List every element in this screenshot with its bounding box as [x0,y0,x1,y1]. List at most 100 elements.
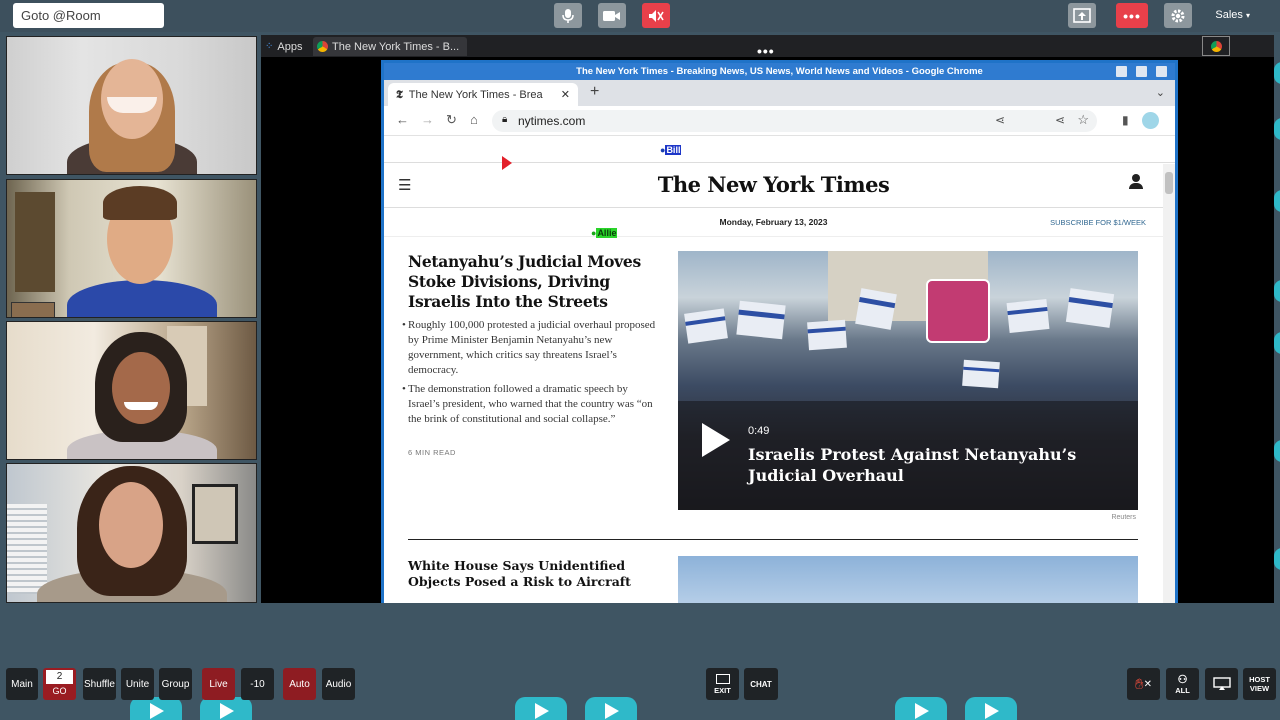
share-icon[interactable]: ⋖ [995,113,1005,127]
exit-button[interactable]: EXIT [706,668,739,700]
host-view-button-label: HOST VIEW [1249,675,1270,693]
url-text: nytimes.com [518,114,586,128]
browser-tab-title: The New York Times - Brea [408,88,543,101]
page-scrollbar[interactable] [1163,164,1175,603]
home-icon[interactable]: ⌂ [470,113,478,127]
close-icon[interactable] [1156,66,1167,77]
tab-search-icon[interactable]: ⌄ [1156,86,1165,99]
bottom-area [0,603,1280,720]
auto-button-label: Auto [289,678,310,690]
room-counter-button[interactable]: 2 GO [43,668,76,700]
settings-button[interactable] [1164,3,1192,28]
auto-button[interactable]: Auto [283,668,316,700]
participant-video-2[interactable] [6,179,257,318]
back-icon[interactable]: ← [396,113,409,127]
main-button[interactable]: Main [6,668,38,700]
raise-hand-button[interactable]: ✋︎ ✕ [1127,668,1160,700]
microphone-icon [562,8,574,23]
more-options-button[interactable]: ••• [1116,3,1148,28]
hand-x-icon: ✕ [1143,678,1152,690]
group-button[interactable]: Group [159,668,192,700]
participant-video-3[interactable] [6,321,257,460]
photo-credit: Reuters [1111,514,1136,521]
decor-ring [1274,190,1280,212]
unite-button-label: Unite [125,678,150,690]
forward-icon[interactable]: → [421,113,434,127]
play-icon[interactable] [702,423,730,457]
tab-close-icon[interactable]: ✕ [561,88,570,101]
share-icon-2[interactable]: ⋖ [1055,113,1065,127]
decor-play-tab [965,697,1017,720]
summary-bullet-1: • Roughly 100,000 protested a judicial o… [402,319,656,376]
decor-play-tab [130,697,182,720]
top-bar: Goto @Room ••• Sales ▾ [0,0,1280,32]
screen-options-icon[interactable]: ••• [757,43,775,59]
main-button-label: Main [11,678,33,690]
profile-avatar-icon[interactable] [1142,112,1159,129]
summary-bullet-1-text: Roughly 100,000 protested a judicial ove… [408,319,656,376]
participant-video-1[interactable] [6,36,257,175]
second-story-image[interactable] [678,556,1138,603]
live-button-label: Live [209,678,228,690]
shared-screen[interactable]: ⁘ Apps The New York Times - B... ••• The… [261,35,1274,603]
shared-tab-title: The New York Times - B... [332,40,460,53]
pointer-cursor-icon [502,156,512,170]
protest-sign [926,279,990,343]
decor-play-tab [585,697,637,720]
shuffle-button[interactable]: Shuffle [83,668,116,700]
subscribe-link[interactable]: SUBSCRIBE FOR $1/WEEK [1050,218,1146,227]
hand-icon: ✋︎ [1135,675,1144,693]
screen-view-button[interactable] [1205,668,1238,700]
live-button[interactable]: Live [202,668,235,700]
screen-cast-icon [1212,677,1231,690]
decor-ring [1274,280,1280,302]
audio-button[interactable]: Audio [322,668,355,700]
shuffle-button-label: Shuffle [84,678,115,690]
goto-room-input[interactable]: Goto @Room [13,3,164,28]
camera-button[interactable] [598,3,626,28]
account-icon[interactable] [1129,174,1143,190]
new-tab-icon[interactable]: + [590,83,599,101]
unite-button[interactable]: Unite [121,668,154,700]
second-headline[interactable]: White House Says Unidentified Objects Po… [408,558,658,590]
participant-video-4[interactable] [6,463,257,603]
lead-video-player[interactable]: 0:49 Israelis Protest Against Netanyahu’… [678,251,1138,510]
browser-tab[interactable]: 𝕿 The New York Times - Brea ✕ [388,83,578,106]
page-date: Monday, February 13, 2023 [719,217,828,227]
nyt-page: ☰ The New York Times Monday, February 13… [384,164,1163,603]
apps-shortcut[interactable]: ⁘ Apps [265,37,302,56]
dateline: Monday, February 13, 2023 SUBSCRIBE FOR … [384,209,1163,237]
gear-icon [1171,9,1185,22]
video-title[interactable]: Israelis Protest Against Netanyahu’s Jud… [748,444,1108,486]
shared-tab[interactable]: The New York Times - B... [313,37,467,56]
room-counter-value: 2 [46,670,73,684]
chat-button[interactable]: CHAT [744,668,778,700]
remote-cursor-name: Bill [665,145,682,155]
read-time: 6 MIN READ [408,448,456,457]
share-screen-button[interactable] [1068,3,1096,28]
scrollbar-thumb[interactable] [1165,172,1173,194]
chat-button-label: CHAT [750,679,772,689]
side-panel-icon[interactable]: ▮ [1122,113,1129,127]
minus10-button[interactable]: -10 [241,668,274,700]
all-button[interactable]: ⚇ ALL [1166,668,1199,700]
lead-headline[interactable]: Netanyahu’s Judicial Moves Stoke Divisio… [408,252,658,312]
summary-bullet-2: • The demonstration followed a dramatic … [402,382,657,427]
decor-play-tab [200,697,252,720]
address-bar[interactable]: 🔒︎ nytimes.com ⋖ ⋖ ☆ [492,110,1097,132]
decor-ring [1274,332,1280,354]
microphone-button[interactable] [554,3,582,28]
mute-speaker-button[interactable] [642,3,670,28]
bookmark-star-icon[interactable]: ☆ [1077,112,1089,128]
decor-ring [1274,62,1280,84]
share-screen-icon [1073,7,1091,23]
summary-bullet-2-text: The demonstration followed a dramatic sp… [408,383,653,425]
minimize-icon[interactable] [1116,66,1127,77]
user-menu[interactable]: Sales ▾ [1215,9,1250,21]
maximize-icon[interactable] [1136,66,1147,77]
window-thumbnail[interactable] [1202,36,1230,56]
nyt-logo[interactable]: The New York Times [384,172,1163,197]
reload-icon[interactable]: ↻ [446,113,457,127]
host-view-button[interactable]: HOST VIEW [1243,668,1276,700]
window-title-bar: The New York Times - Breaking News, US N… [384,63,1175,80]
